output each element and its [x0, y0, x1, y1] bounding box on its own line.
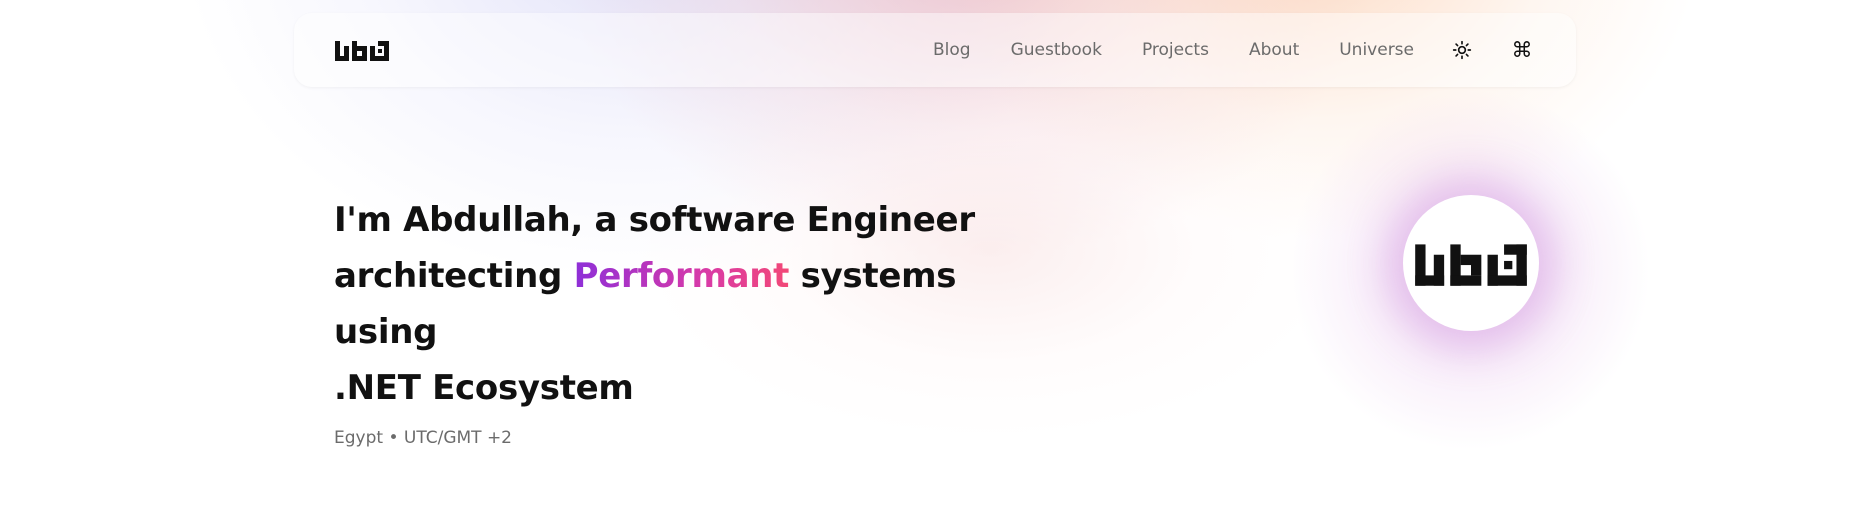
headline-line-1: I'm Abdullah, a software Engineer — [334, 200, 975, 240]
command-menu-button[interactable]: ⌘ — [1510, 38, 1534, 62]
nav-link-about[interactable]: About — [1249, 40, 1299, 60]
brand-logo-icon — [335, 41, 389, 61]
home-logo-link[interactable] — [334, 35, 390, 65]
sun-icon — [1452, 40, 1472, 60]
page: Blog Guestbook Projects About Universe ⌘… — [0, 0, 1874, 509]
headline-accent-word: Performant — [573, 256, 790, 296]
top-navbar: Blog Guestbook Projects About Universe ⌘ — [294, 13, 1576, 87]
hero-section: I'm Abdullah, a software Engineer archit… — [334, 192, 1054, 448]
command-icon: ⌘ — [1511, 37, 1533, 62]
headline-line-2-start: architecting — [334, 256, 574, 296]
nav-links: Blog Guestbook Projects About Universe ⌘ — [893, 13, 1534, 87]
nav-link-universe[interactable]: Universe — [1339, 40, 1414, 60]
avatar — [1403, 195, 1539, 331]
location-timezone: Egypt • UTC/GMT +2 — [334, 428, 513, 448]
hero-headline: I'm Abdullah, a software Engineer archit… — [334, 192, 1054, 416]
nav-link-blog[interactable]: Blog — [933, 40, 971, 60]
nav-link-guestbook[interactable]: Guestbook — [1011, 40, 1102, 60]
headline-line-3: .NET Ecosystem — [334, 368, 634, 408]
nav-link-projects[interactable]: Projects — [1142, 40, 1209, 60]
theme-toggle-button[interactable] — [1450, 38, 1474, 62]
avatar-logo-icon — [1415, 244, 1527, 286]
